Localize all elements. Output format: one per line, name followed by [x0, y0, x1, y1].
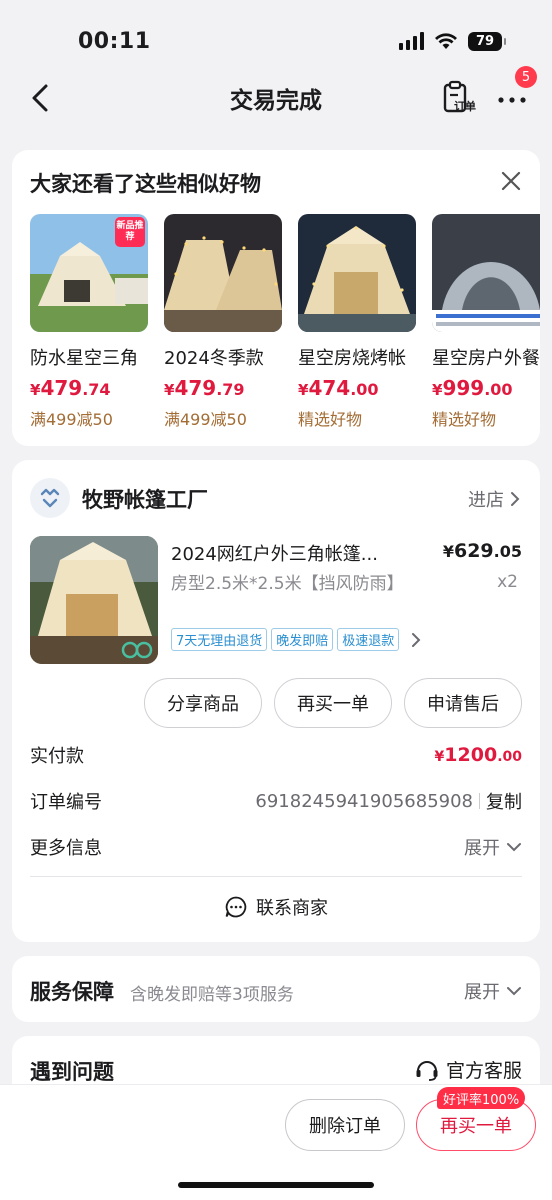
customer-service-link[interactable]: 官方客服: [414, 1056, 522, 1083]
product-image[interactable]: [30, 536, 158, 664]
back-icon[interactable]: [26, 82, 56, 114]
service-tag: 7天无理由退货: [171, 628, 268, 651]
rec-item-name: 星空房烧烤帐: [298, 348, 406, 369]
more-icon[interactable]: [496, 84, 528, 110]
problem-label: 遇到问题: [30, 1060, 114, 1084]
home-indicator: [178, 1182, 374, 1188]
rec-item[interactable]: 星空房烧烤帐 ¥474.00 精选好物: [298, 214, 424, 430]
rec-item-tag: 满499减50: [164, 410, 247, 429]
close-icon[interactable]: [500, 170, 522, 192]
product-quantity: x2: [497, 572, 518, 592]
rec-item-tag: 精选好物: [298, 410, 363, 429]
share-product-button[interactable]: 分享商品: [144, 678, 262, 728]
product-thumbnail: [432, 214, 540, 332]
product-thumbnail: [164, 214, 282, 332]
product-thumbnail: [298, 214, 416, 332]
chat-icon: [225, 896, 247, 918]
paid-amount: ¥1200.00: [434, 744, 522, 766]
rec-item[interactable]: 新品推荐 防水星空三角 ¥479.74 满499减50: [30, 214, 156, 430]
new-product-badge: 新品推荐: [115, 217, 145, 247]
rec-item-tag: 精选好物: [432, 410, 497, 429]
order-label: 订单: [454, 100, 476, 113]
after-sales-button[interactable]: 申请售后: [404, 678, 522, 728]
service-tag: 极速退款: [337, 628, 400, 651]
delete-order-button[interactable]: 删除订单: [285, 1099, 405, 1151]
rec-item[interactable]: 星空房户外餐 ¥999.00 精选好物: [432, 214, 540, 430]
product-thumbnail: 新品推荐: [30, 214, 148, 332]
shop-logo[interactable]: [30, 478, 70, 518]
recommendations-title: 大家还看了这些相似好物: [30, 172, 261, 196]
order-number: 6918245941905685908 复制: [255, 788, 522, 814]
order-button[interactable]: 订单: [438, 78, 482, 118]
enter-shop-label: 进店: [468, 490, 504, 511]
rec-item-name: 星空房户外餐: [432, 348, 540, 369]
contact-seller-button[interactable]: 联系商家: [12, 894, 540, 920]
order-number-value: 6918245941905685908: [255, 790, 473, 812]
order-number-label: 订单编号: [30, 792, 102, 813]
nav-bar: 交易完成 订单 5: [0, 66, 552, 126]
rec-item-price: ¥474.00: [298, 376, 379, 400]
rating-badge: 好评率100%: [437, 1087, 526, 1109]
buy-again-button[interactable]: 再买一单: [274, 678, 392, 728]
contact-seller-label: 联系商家: [256, 898, 328, 919]
rec-item-price: ¥479.74: [30, 376, 111, 400]
service-description: 含晚发即赔等3项服务: [130, 985, 294, 1005]
status-time: 00:11: [78, 28, 151, 54]
rec-item-name: 防水星空三角: [30, 348, 138, 369]
order-actions: 分享商品 再买一单 申请售后: [144, 678, 522, 728]
chevron-down-icon: [507, 987, 521, 996]
status-bar: 00:11 79: [0, 0, 552, 70]
battery-icon: 79: [468, 31, 506, 51]
chevron-down-icon: [507, 843, 521, 852]
divider: [30, 876, 522, 877]
rec-item-price: ¥479.79: [164, 376, 245, 400]
chevron-right-icon: [412, 632, 421, 647]
service-expand-button[interactable]: 展开: [464, 978, 522, 1004]
order-number-row: 订单编号 6918245941905685908 复制: [30, 788, 522, 814]
page-title: 交易完成: [230, 88, 322, 114]
enter-shop-link[interactable]: 进店: [468, 486, 520, 512]
more-info-label: 更多信息: [30, 838, 102, 859]
expand-button[interactable]: 展开: [464, 834, 522, 860]
service-tag: 晚发即赔: [271, 628, 334, 651]
copy-button[interactable]: 复制: [486, 788, 522, 814]
cellular-signal-icon: [399, 32, 424, 50]
product-price: ¥629.05: [442, 540, 522, 562]
more-info-row[interactable]: 更多信息 展开: [30, 834, 522, 860]
paid-label: 实付款: [30, 746, 84, 767]
headset-icon: [416, 1060, 438, 1081]
paid-row: 实付款 ¥1200.00: [30, 742, 522, 768]
order-card: 牧野帐篷工厂 进店 2024网红户外三角帐篷... ¥629.05 房型2.5米…: [12, 460, 540, 942]
recommendations-card: 大家还看了这些相似好物 新品推荐 防水星空三角 ¥479.74 满499减50: [12, 150, 540, 446]
product-spec: 房型2.5米*2.5米【挡风防雨】: [171, 574, 404, 594]
wifi-icon: [435, 33, 457, 49]
rec-item[interactable]: 2024冬季款 ¥479.79 满499减50: [164, 214, 290, 430]
service-tags[interactable]: 7天无理由退货 晚发即赔 极速退款: [171, 628, 421, 651]
service-guarantee-card[interactable]: 服务保障 含晚发即赔等3项服务 展开: [12, 956, 540, 1022]
rec-item-name: 2024冬季款: [164, 348, 264, 369]
rec-item-tag: 满499减50: [30, 410, 113, 429]
shop-name[interactable]: 牧野帐篷工厂: [82, 484, 208, 514]
rec-item-price: ¥999.00: [432, 376, 513, 400]
chevron-right-icon: [511, 492, 520, 506]
status-icons: 79: [399, 31, 506, 51]
product-title[interactable]: 2024网红户外三角帐篷...: [171, 540, 411, 566]
notification-badge: 5: [515, 66, 537, 88]
service-label: 服务保障: [30, 980, 114, 1004]
